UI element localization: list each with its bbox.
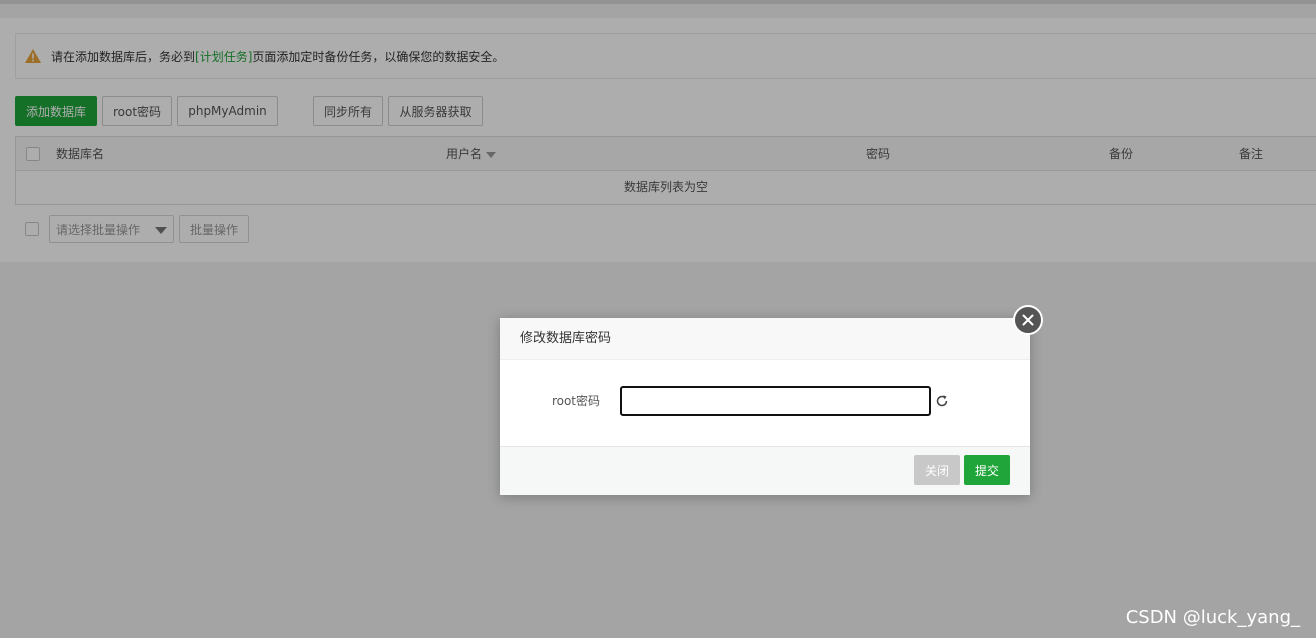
close-button[interactable]: 关闭	[914, 455, 960, 485]
watermark: CSDN @luck_yang_	[1125, 607, 1300, 628]
refresh-icon[interactable]	[935, 394, 949, 408]
dialog-body: root密码	[500, 360, 1030, 446]
submit-button[interactable]: 提交	[964, 455, 1010, 485]
dialog-footer: 关闭 提交	[500, 446, 1030, 495]
change-password-dialog: 修改数据库密码 root密码 关闭 提交	[500, 318, 1030, 495]
root-password-input[interactable]	[620, 386, 931, 416]
root-password-label: root密码	[551, 394, 600, 408]
dialog-close-icon[interactable]	[1013, 305, 1043, 335]
dialog-title: 修改数据库密码	[500, 318, 1030, 360]
